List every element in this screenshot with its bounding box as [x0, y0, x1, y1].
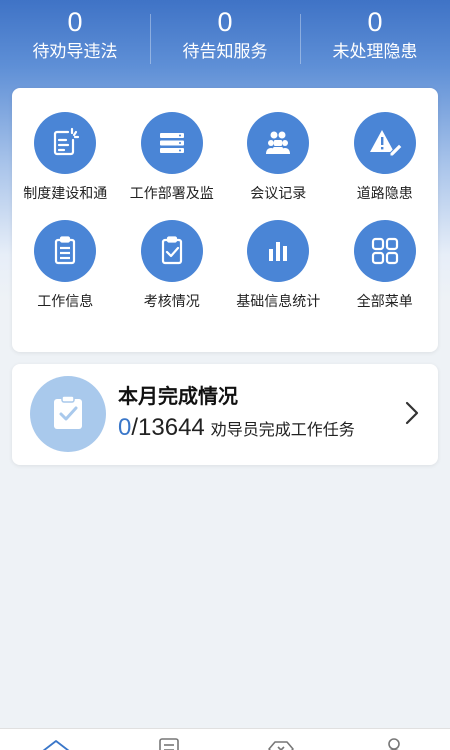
menu-item-label: 制度建设和通 — [23, 186, 108, 202]
warning-edit-icon — [353, 112, 416, 174]
menu-item-work-deployment[interactable]: 工作部署及监 — [119, 112, 226, 204]
stat-value: 0 — [367, 7, 383, 37]
clipboard-list-icon — [34, 220, 97, 282]
monthly-progress: 0/13644 劝导员完成工作任务 — [118, 414, 355, 442]
stat-value: 0 — [67, 7, 83, 37]
chevron-right-icon — [405, 401, 419, 425]
menu-grid: 制度建设和通 工作部署及监 会议记录 道路隐患 工作信息 考核情况 基础信息统计… — [12, 112, 438, 312]
monthly-completion-card[interactable]: 本月完成情况 0/13644 劝导员完成工作任务 — [12, 364, 438, 465]
meeting-icon — [247, 112, 310, 174]
total-count: /13644 — [131, 414, 205, 441]
stat-label: 未处理隐患 — [332, 42, 418, 62]
menu-item-meeting-records[interactable]: 会议记录 — [225, 112, 332, 204]
menu-item-road-hazards[interactable]: 道路隐患 — [332, 112, 439, 204]
monthly-description: 劝导员完成工作任务 — [210, 420, 355, 439]
list-icon — [158, 738, 179, 750]
menu-item-label: 全部菜单 — [356, 294, 413, 310]
stat-label: 待告知服务 — [182, 42, 268, 62]
stat-pending-violations[interactable]: 0 待劝导违法 — [0, 4, 150, 76]
monthly-title: 本月完成情况 — [118, 384, 238, 408]
menu-item-label: 基础信息统计 — [236, 294, 321, 310]
clipboard-check-icon — [140, 220, 203, 282]
menu-item-label: 考核情况 — [143, 294, 200, 310]
tab-hexagon[interactable] — [225, 729, 338, 750]
bar-chart-icon — [247, 220, 310, 282]
home-icon — [43, 740, 70, 750]
stat-label: 待劝导违法 — [32, 42, 118, 62]
stat-pending-services[interactable]: 0 待告知服务 — [150, 4, 300, 76]
menu-item-label: 工作信息 — [37, 294, 94, 310]
stats-bar: 0 待劝导违法 0 待告知服务 0 未处理隐患 — [0, 4, 450, 76]
hexagon-icon — [268, 741, 295, 750]
menu-item-basic-stats[interactable]: 基础信息统计 — [225, 220, 332, 312]
grid-icon — [353, 220, 416, 282]
server-icon — [140, 112, 203, 174]
menu-item-all-menus[interactable]: 全部菜单 — [332, 220, 439, 312]
tab-list[interactable] — [113, 729, 226, 750]
menu-item-label: 道路隐患 — [356, 186, 413, 202]
menu-item-label: 会议记录 — [250, 186, 307, 202]
menu-card: 制度建设和通 工作部署及监 会议记录 道路隐患 工作信息 考核情况 基础信息统计… — [12, 88, 438, 352]
tab-home[interactable] — [0, 729, 113, 750]
document-icon — [34, 112, 97, 174]
stat-unhandled-hazards[interactable]: 0 未处理隐患 — [300, 4, 450, 76]
menu-item-system-building[interactable]: 制度建设和通 — [12, 112, 119, 204]
bottom-tab-bar — [0, 728, 450, 750]
user-icon — [387, 738, 400, 750]
menu-item-label: 工作部署及监 — [129, 186, 214, 202]
completed-count: 0 — [118, 414, 132, 441]
task-check-icon — [30, 376, 106, 452]
menu-item-work-info[interactable]: 工作信息 — [12, 220, 119, 312]
menu-item-assessment[interactable]: 考核情况 — [119, 220, 226, 312]
stat-value: 0 — [217, 7, 233, 37]
tab-user[interactable] — [338, 729, 450, 750]
